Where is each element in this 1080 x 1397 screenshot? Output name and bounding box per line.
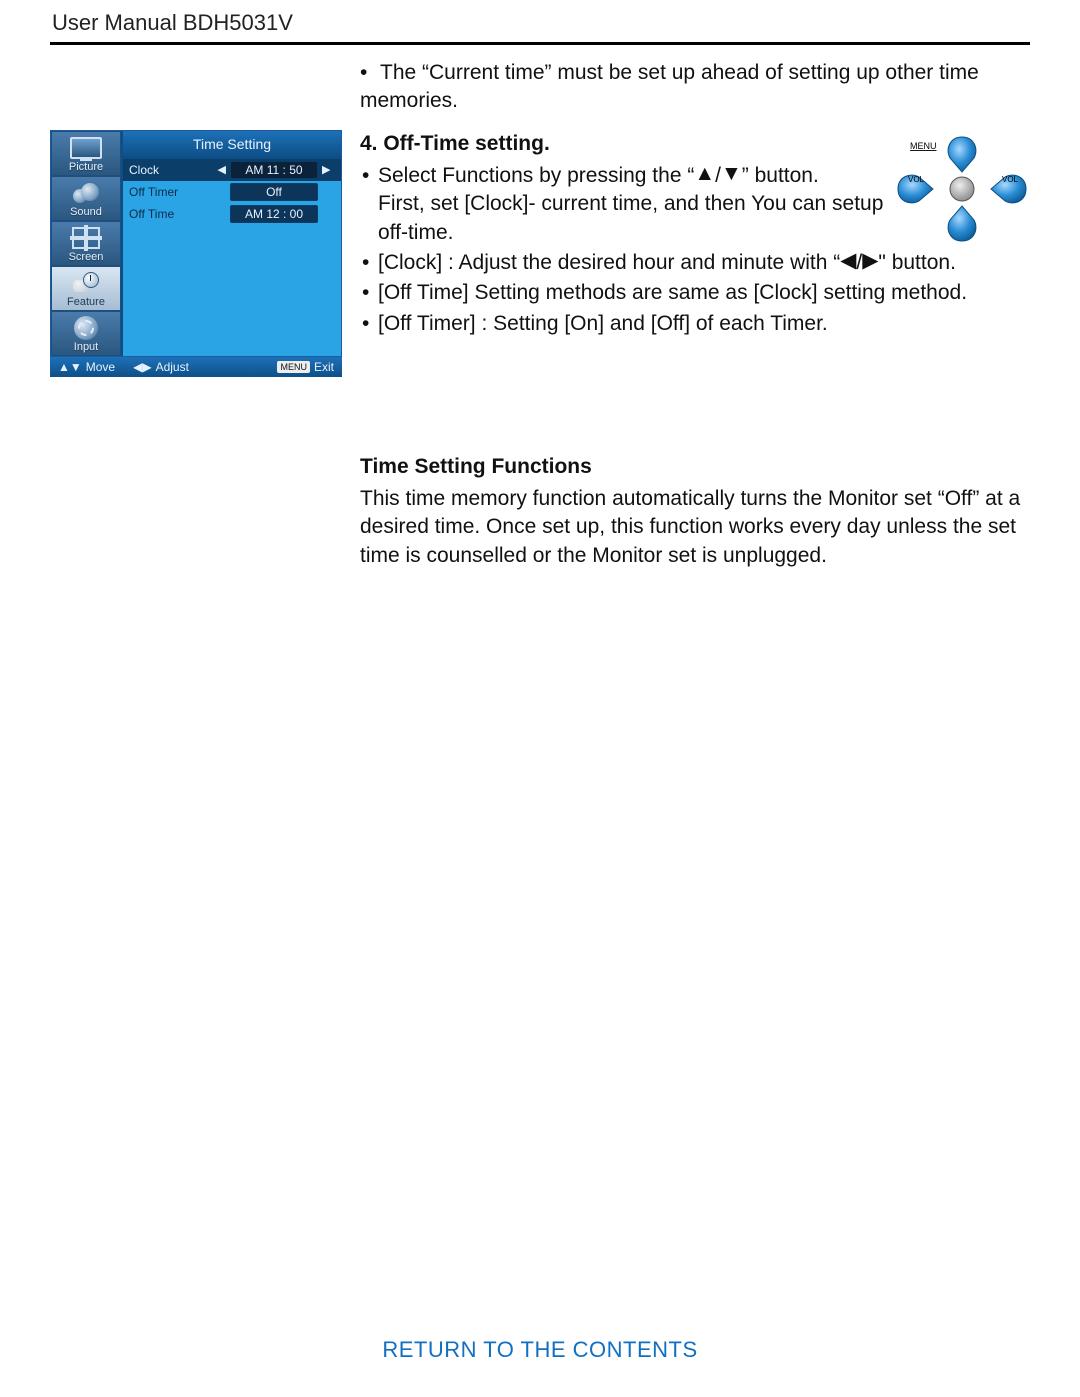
osd-side-sound: Sound — [51, 176, 121, 221]
osd-title: Time Setting — [123, 131, 341, 159]
osd-row-offtime: Off Time AM 12 : 00 — [123, 203, 341, 225]
screen-icon — [72, 227, 100, 249]
offtime-b4: [Off Timer] : Setting [On] and [Off] of … — [360, 310, 1030, 338]
tsf-title: Time Setting Functions — [360, 453, 1030, 481]
offtime-b1: Select Functions by pressing the “▲/▼” b… — [360, 162, 1030, 247]
intro-note-text: The “Current time” must be set up ahead … — [360, 61, 979, 112]
tsf-body: This time memory function automatically … — [360, 485, 1030, 570]
osd-foot-exit: MENU Exit — [277, 360, 334, 374]
feature-icon — [73, 272, 99, 294]
osd-sidebar: Picture Sound Screen Feature — [51, 131, 121, 356]
triangle-right-icon: ▶ — [322, 163, 330, 176]
osd-value-clock: AM 11 : 50 — [230, 161, 318, 179]
osd-main-panel: Time Setting Clock ◀ AM 11 : 50 ▶ Off Ti… — [121, 131, 341, 356]
triangle-down-icon: ▼ — [721, 160, 742, 188]
leftright-icon: ◀▶ — [133, 360, 151, 374]
triangle-up-icon: ▲ — [694, 160, 715, 188]
return-to-contents[interactable]: RETURN TO THE CONTENTS — [0, 1337, 1080, 1363]
gear-icon — [74, 316, 98, 340]
intro-note: •The “Current time” must be set up ahead… — [360, 59, 1030, 116]
osd-side-input: Input — [51, 311, 121, 356]
manual-page: User Manual BDH5031V •The “Current time”… — [0, 0, 1080, 1397]
offtime-b3: [Off Time] Setting methods are same as [… — [360, 279, 1030, 307]
speaker-icon — [73, 183, 99, 203]
osd-row-clock: Clock ◀ AM 11 : 50 ▶ — [123, 159, 341, 181]
osd-value-offtimer: Off — [230, 183, 318, 201]
osd-row-offtimer: Off Timer Off — [123, 181, 341, 203]
remote-menu-label: MENU — [910, 141, 937, 151]
osd-foot-move: ▲▼ Move — [58, 360, 115, 374]
menu-chip: MENU — [277, 361, 310, 373]
return-link[interactable]: RETURN TO THE CONTENTS — [382, 1337, 697, 1362]
osd-footer: ▲▼ Move ◀▶ Adjust MENU Exit — [50, 357, 342, 377]
time-setting-functions: Time Setting Functions This time memory … — [360, 453, 1030, 570]
osd-side-picture: Picture — [51, 131, 121, 176]
triangle-left-icon: ◀ — [218, 163, 226, 176]
updown-icon: ▲▼ — [58, 360, 82, 374]
osd-value-offtime: AM 12 : 00 — [230, 205, 318, 223]
triangle-right-icon: ▶ — [862, 247, 878, 275]
osd-side-feature: Feature — [51, 266, 121, 311]
osd-illustration: Picture Sound Screen Feature — [50, 130, 342, 377]
osd-foot-adjust: ◀▶ Adjust — [133, 360, 189, 374]
monitor-icon — [70, 137, 102, 159]
page-header: User Manual BDH5031V — [50, 10, 1030, 45]
osd-side-screen: Screen — [51, 221, 121, 266]
offtime-b2: [Clock] : Adjust the desired hour and mi… — [360, 249, 1030, 277]
triangle-left-icon: ◀ — [840, 247, 856, 275]
offtime-section: MENU VOL VOL 4. Off-Time setting. Select… — [360, 130, 1030, 340]
